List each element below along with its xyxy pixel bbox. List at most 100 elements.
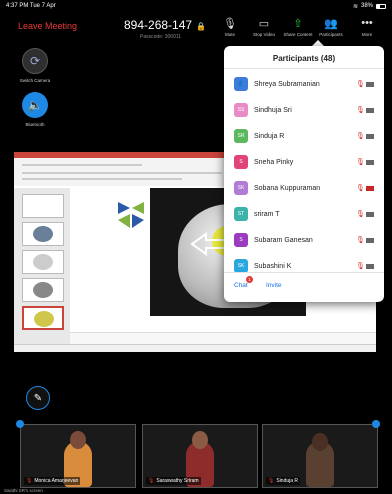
drag-handle[interactable] bbox=[372, 420, 380, 428]
avatar: SK bbox=[234, 181, 248, 195]
thumbnail-image bbox=[33, 282, 53, 298]
muted-mic-icon: 🎙 bbox=[356, 133, 365, 140]
muted-mic-icon: 🎙 bbox=[356, 211, 365, 218]
battery-icon bbox=[376, 3, 386, 9]
more-icon: ••• bbox=[361, 17, 373, 29]
slide-thumbnail bbox=[22, 250, 64, 274]
video-name: Monica Amarjeevan bbox=[34, 478, 79, 484]
muted-mic-icon: 🎙 bbox=[356, 159, 365, 166]
avatar: SK bbox=[234, 259, 248, 273]
share-icon: ⇧ bbox=[293, 17, 303, 30]
app-status-strip bbox=[14, 344, 376, 352]
video-icon: ▭ bbox=[258, 17, 270, 30]
mic-icon: 🎙 bbox=[223, 17, 237, 30]
participant-name: Sneha Pinky bbox=[254, 158, 294, 166]
mute-button[interactable]: 🎙 Mute bbox=[215, 16, 245, 38]
participant-row[interactable]: 👤 Shreya Subramanian 🎙 bbox=[224, 72, 384, 96]
participants-label: Participants bbox=[319, 32, 343, 37]
avatar: S bbox=[234, 155, 248, 169]
video-name-tag: 🎙 Saraswathy Sriram bbox=[146, 477, 201, 485]
ribbon-row bbox=[22, 172, 222, 174]
participant-row[interactable]: ST sriram T 🎙 bbox=[224, 202, 384, 226]
video-name-tag: 🎙 Sinduja R bbox=[266, 477, 301, 485]
participant-name: Shreya Subramanian bbox=[254, 80, 320, 88]
notes-area bbox=[70, 332, 376, 344]
lock-icon: 🔒 bbox=[196, 22, 207, 31]
muted-mic-icon: 🎙 bbox=[356, 237, 365, 244]
divider bbox=[224, 68, 384, 69]
participant-row[interactable]: S Sneha Pinky 🎙 bbox=[224, 150, 384, 174]
more-label: More bbox=[361, 32, 373, 37]
drag-handle[interactable] bbox=[16, 420, 24, 428]
slide-thumbnail bbox=[22, 194, 64, 218]
user-avatar-icon: 👤 bbox=[234, 77, 248, 91]
avatar: S bbox=[234, 233, 248, 247]
video-off-icon bbox=[366, 159, 374, 165]
participant-row[interactable]: SS Sindhuja Sri 🎙 bbox=[224, 98, 384, 122]
switch-camera-label: Switch Camera bbox=[19, 78, 51, 83]
muted-mic-icon: 🎙 bbox=[268, 478, 275, 484]
passcode-text: Passcode: 306011 bbox=[140, 34, 182, 40]
bluetooth-label: Bluetooth bbox=[25, 122, 45, 127]
video-name-tag: 🎙 Monica Amarjeevan bbox=[24, 477, 81, 485]
invite-label: Invite bbox=[266, 282, 282, 289]
meeting-id-text: 894-268-147 bbox=[124, 18, 193, 32]
muted-mic-icon: 🎙 bbox=[356, 263, 365, 270]
video-name: Sinduja R bbox=[276, 478, 299, 484]
participant-face bbox=[70, 431, 86, 449]
avatar: ST bbox=[234, 207, 248, 221]
participant-name: Sindhuja Sri bbox=[254, 106, 292, 114]
participant-face bbox=[312, 433, 328, 451]
muted-mic-icon: 🎙 bbox=[356, 81, 365, 88]
video-off-icon bbox=[366, 263, 374, 269]
participants-button[interactable]: 👥 Participants bbox=[316, 16, 346, 38]
thumbnail-image bbox=[33, 226, 53, 242]
meeting-toolbar: Leave Meeting 894-268-147 🔒 Passcode: 306… bbox=[0, 12, 392, 44]
switch-camera-icon: ⟳ bbox=[29, 54, 41, 68]
stop-video-button[interactable]: ▭ Stop Video bbox=[249, 16, 279, 38]
chat-label: Chat bbox=[234, 282, 248, 289]
participants-title: Participants (48) bbox=[272, 54, 336, 63]
participants-panel: Participants (48) 👤 Shreya Subramanian 🎙 SS… bbox=[224, 46, 384, 302]
muted-mic-icon: 🎙 bbox=[148, 478, 155, 484]
status-bar: 4:37 PM Tue 7 Apr ≋ 38% bbox=[0, 0, 392, 12]
participants-icon: 👥 bbox=[324, 17, 338, 30]
video-tile[interactable]: 🎙 Monica Amarjeevan bbox=[20, 424, 136, 488]
slide-thumbnail bbox=[22, 278, 64, 302]
participant-face bbox=[192, 431, 208, 449]
ribbon-row bbox=[22, 164, 142, 166]
participant-row[interactable]: SR Sinduja R 🎙 bbox=[224, 124, 384, 148]
participant-row[interactable]: S Subaram Ganesan 🎙 bbox=[224, 228, 384, 252]
slide-thumbnail-selected bbox=[22, 306, 64, 330]
video-off-icon bbox=[366, 133, 374, 139]
avatar: SS bbox=[234, 103, 248, 117]
muted-mic-icon: 🎙 bbox=[356, 185, 365, 192]
video-tile[interactable]: 🎙 Sinduja R bbox=[262, 424, 378, 488]
video-tile[interactable]: 🎙 Saraswathy Sriram bbox=[142, 424, 258, 488]
bluetooth-button[interactable]: 🔈 bbox=[22, 92, 48, 118]
leave-meeting-button[interactable]: Leave Meeting bbox=[18, 21, 77, 31]
logo-icon bbox=[118, 202, 144, 228]
avatar: SR bbox=[234, 129, 248, 143]
video-off-icon bbox=[366, 211, 374, 217]
participant-row[interactable]: SK Sobana Kuppuraman 🎙 bbox=[224, 176, 384, 200]
mute-label: Mute bbox=[224, 32, 235, 37]
participant-name: Subaram Ganesan bbox=[254, 236, 313, 244]
meeting-id[interactable]: 894-268-147 🔒 bbox=[124, 18, 206, 32]
chat-badge: 1 bbox=[246, 276, 253, 283]
speaker-icon: 🔈 bbox=[27, 98, 43, 112]
pencil-icon: ✎ bbox=[33, 392, 43, 404]
switch-camera-button[interactable]: ⟳ bbox=[22, 48, 48, 74]
stop-video-label: Stop Video bbox=[253, 32, 275, 37]
invite-button[interactable]: Invite bbox=[266, 282, 282, 289]
thumbnail-image bbox=[34, 311, 54, 327]
chat-button[interactable]: Chat bbox=[234, 282, 248, 289]
slide-thumbnails bbox=[14, 188, 70, 344]
video-off-icon bbox=[366, 81, 374, 87]
share-content-button[interactable]: ⇧ Share Content bbox=[283, 16, 313, 38]
status-indicators: ≋ 38% bbox=[353, 3, 386, 10]
more-button[interactable]: ••• More bbox=[352, 16, 382, 37]
muted-mic-icon: 🎙 bbox=[26, 478, 33, 484]
annotate-button[interactable]: ✎ bbox=[26, 386, 50, 410]
participants-footer: Chat 1 Invite bbox=[224, 272, 384, 302]
